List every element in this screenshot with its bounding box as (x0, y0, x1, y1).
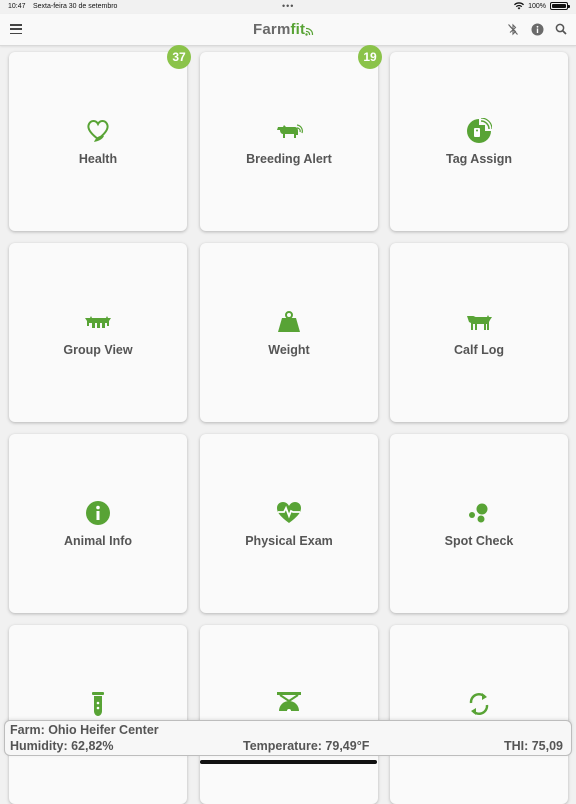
tile-label: Physical Exam (245, 534, 333, 548)
status-time: 10:47 (8, 3, 26, 10)
cow-breeding-icon (200, 118, 378, 144)
tile-animal-info[interactable]: Animal Info (9, 434, 187, 613)
humidity-readout: Humidity: 62,82% (10, 739, 114, 753)
tile-physical-exam[interactable]: Physical Exam (200, 434, 378, 613)
environment-footer: Farm: Ohio Heifer Center Humidity: 62,82… (4, 720, 572, 756)
heart-pulse-icon (200, 500, 378, 526)
battery-icon (550, 2, 570, 10)
info-circle-icon (9, 500, 187, 526)
tile-label: Breeding Alert (246, 152, 332, 166)
tile-breeding-alert[interactable]: Breeding Alert (200, 52, 378, 231)
health-count-badge: 37 (167, 45, 191, 69)
test-tube-icon (9, 691, 187, 717)
hamburger-menu-icon[interactable] (10, 24, 22, 35)
logo-text-accent: fit (290, 21, 306, 38)
farmfit-logo: Farmfit (253, 21, 314, 38)
tile-health[interactable]: Health (9, 52, 187, 231)
header-actions (506, 22, 568, 36)
scale-hook-icon (200, 691, 378, 717)
tile-sync[interactable] (390, 625, 568, 804)
cattle-group-icon (9, 309, 187, 335)
weight-icon (200, 309, 378, 335)
tile-weight[interactable]: Weight (200, 243, 378, 422)
tile-label: Health (78, 152, 118, 166)
breeding-count-badge: 19 (358, 45, 382, 69)
tile-spot-check[interactable]: Spot Check (390, 434, 568, 613)
rfid-tag-icon (390, 118, 568, 144)
temperature-readout: Temperature: 79,49°F (243, 739, 370, 753)
status-right: 100% (514, 2, 570, 10)
tile-label: Animal Info (63, 534, 133, 548)
app-bar: Farmfit (0, 14, 576, 46)
logo-text-main: Farm (253, 21, 291, 38)
tile-label: Calf Log (454, 343, 504, 357)
heart-leaf-icon (9, 118, 187, 144)
tile-calf-log[interactable]: Calf Log (390, 243, 568, 422)
calf-icon (390, 309, 568, 335)
bluetooth-off-icon[interactable] (506, 22, 520, 36)
status-date: Sexta-feira 30 de setembro (33, 3, 118, 10)
info-icon[interactable] (530, 22, 544, 36)
multitask-dots[interactable]: ••• (282, 1, 294, 11)
sync-icon (390, 691, 568, 717)
home-indicator[interactable] (200, 760, 377, 764)
thi-readout: THI: 75,09 (503, 739, 563, 753)
tile-label: Weight (268, 343, 310, 357)
signal-waves-icon (305, 27, 314, 36)
tile-label: Spot Check (444, 534, 514, 548)
tile-scale[interactable] (200, 625, 378, 804)
tile-label: Group View (63, 343, 133, 357)
search-icon[interactable] (554, 22, 568, 36)
wifi-icon (514, 2, 525, 10)
tile-group-view[interactable]: Group View (9, 243, 187, 422)
tile-lab-test[interactable] (9, 625, 187, 804)
tile-tag-assign[interactable]: Tag Assign (390, 52, 568, 231)
status-bar: 10:47 Sexta-feira 30 de setembro ••• 100… (0, 0, 576, 14)
tile-label: Tag Assign (446, 152, 512, 166)
dots-icon (390, 500, 568, 526)
battery-percent: 100% (528, 2, 546, 10)
farm-name: Farm: Ohio Heifer Center (10, 723, 159, 737)
